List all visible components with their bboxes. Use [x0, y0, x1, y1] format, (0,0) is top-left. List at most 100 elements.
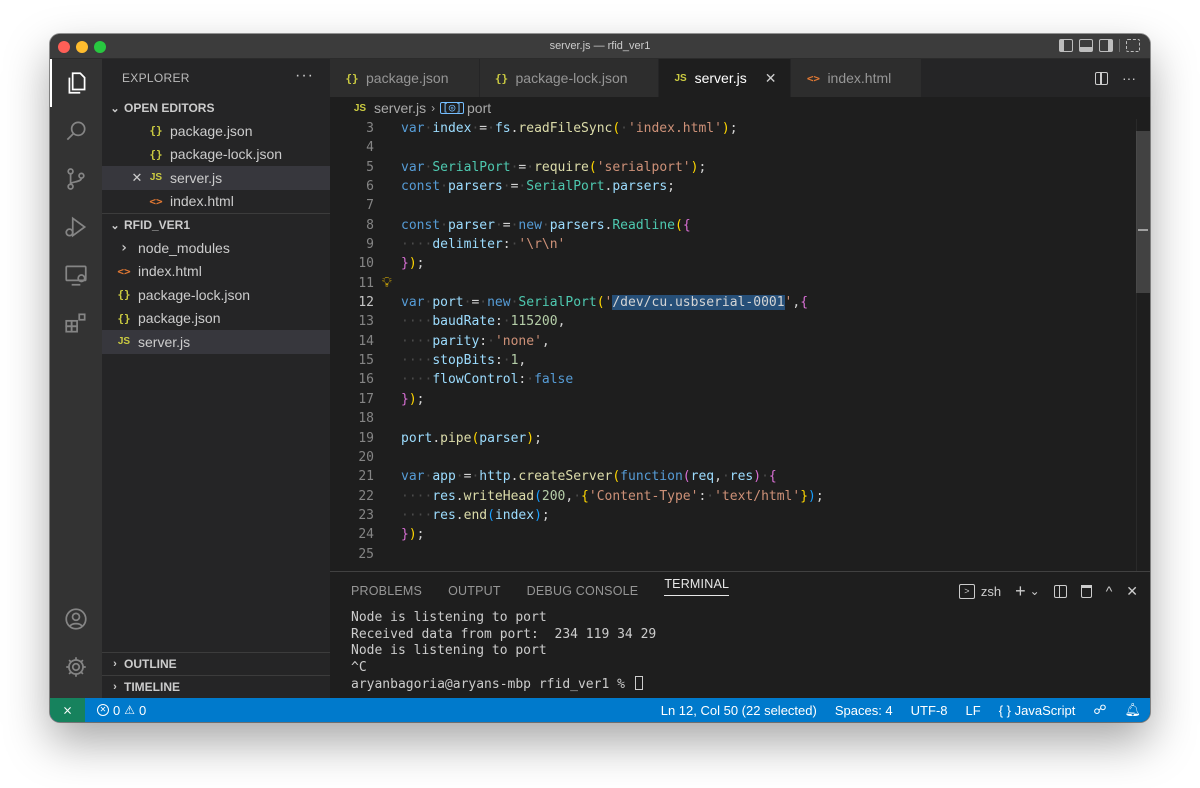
code-token: flowControl [432, 372, 519, 388]
indentation[interactable]: Spaces: 4 [826, 703, 902, 718]
file-item[interactable]: JS server.js [102, 330, 330, 354]
folder-item[interactable]: › node_modules [102, 236, 330, 260]
editor-area: {} package.json {} package-lock.json JS serve… [330, 59, 1150, 698]
cursor-position[interactable]: Ln 12, Col 50 (22 selected) [652, 703, 826, 718]
explorer-more-icon[interactable]: ··· [295, 67, 314, 85]
breadcrumb-symbol[interactable]: port [467, 100, 491, 116]
code-line[interactable]: 5 var·SerialPort·=·require('serialport'); [330, 158, 1150, 177]
terminal-prompt-line[interactable]: aryanbagoria@aryans-mbp rfid_ver1 % [351, 676, 1150, 693]
folder-header[interactable]: ⌄ RFID_VER1 [102, 214, 330, 236]
file-item[interactable]: {} package.json [102, 307, 330, 331]
language-mode[interactable]: { } JavaScript [990, 703, 1085, 718]
code-line[interactable]: 22 ····res.writeHead(200,·{'Content-Type'… [330, 487, 1150, 506]
account-icon[interactable] [50, 595, 102, 643]
toggle-sidebar-icon[interactable] [1059, 39, 1073, 52]
code-line[interactable]: 6 const·parsers·=·SerialPort.parsers; [330, 177, 1150, 196]
layout-controls [1059, 39, 1140, 52]
editor-tab[interactable]: {} package-lock.json [479, 59, 659, 97]
source-control-icon[interactable] [50, 155, 102, 203]
close-tab-icon[interactable]: ✕ [765, 70, 777, 87]
code-token: : [494, 314, 503, 330]
code-line[interactable]: 13 ····baudRate:·115200, [330, 312, 1150, 331]
code-token: delimiter [432, 237, 503, 253]
scrollbar-thumb[interactable] [1136, 131, 1150, 293]
code-token: · [502, 314, 511, 330]
close-panel-icon[interactable]: ✕ [1126, 583, 1138, 600]
remote-indicator[interactable]: ⨯ [50, 698, 85, 722]
file-item[interactable]: {} package-lock.json [102, 283, 330, 307]
terminal-shell-selector[interactable]: > zsh [958, 583, 1001, 599]
feedback-icon[interactable]: ☍ [1084, 702, 1115, 718]
encoding[interactable]: UTF-8 [902, 703, 957, 718]
code-line[interactable]: 14 ····parity:·'none', [330, 332, 1150, 351]
panel-tab-debug-console[interactable]: DEBUG CONSOLE [527, 572, 639, 610]
open-editors-header[interactable]: ⌄ OPEN EDITORS [102, 97, 330, 119]
code-token: function [620, 469, 683, 485]
search-icon[interactable] [50, 107, 102, 155]
code-line[interactable]: 17}); [330, 390, 1150, 409]
editor-more-icon[interactable]: ··· [1122, 70, 1136, 86]
panel-tab-terminal[interactable]: TERMINAL [664, 572, 730, 596]
open-editor-item[interactable]: ✕ JS server.js [102, 166, 330, 190]
js-file-icon: JS [149, 172, 163, 184]
customize-layout-icon[interactable] [1126, 39, 1140, 52]
code-editor[interactable]: 3 var·index·=·fs.readFileSync(·'index.htm… [330, 119, 1150, 571]
code-token: '\r\n' [518, 237, 566, 253]
end-of-line[interactable]: LF [957, 703, 990, 718]
split-terminal-icon[interactable] [1053, 584, 1067, 598]
outline-header[interactable]: › OUTLINE [102, 652, 330, 675]
kill-terminal-icon[interactable] [1080, 584, 1092, 598]
maximize-panel-icon[interactable]: ^ [1106, 583, 1113, 599]
code-line[interactable]: 21 var·app·=·http.createServer(function(r… [330, 467, 1150, 486]
toggle-panel-icon[interactable] [1079, 39, 1093, 52]
code-line[interactable]: 19 port.pipe(parser); [330, 429, 1150, 448]
json-file-icon: {} [117, 311, 131, 325]
panel-tab-output[interactable]: OUTPUT [448, 572, 501, 610]
close-icon[interactable]: ✕ [130, 170, 144, 186]
code-line[interactable]: 23 ····res.end(index); [330, 506, 1150, 525]
editor-tab[interactable]: {} package.json [330, 59, 480, 97]
open-editor-item[interactable]: {} package-lock.json [102, 143, 330, 167]
code-line[interactable]: 4 [330, 138, 1150, 157]
lightbulb-icon[interactable]: 💡︎ [382, 275, 392, 291]
editor-tab[interactable]: <> index.html [791, 59, 923, 97]
code-line[interactable]: 12 var·port·=·new·SerialPort('/dev/cu.usb… [330, 293, 1150, 312]
code-line[interactable]: 15 ····stopBits:·1, [330, 351, 1150, 370]
new-terminal-icon[interactable]: + [1015, 581, 1026, 602]
code-text: var·port·=·new·SerialPort('/dev/cu.usbse… [401, 293, 808, 312]
open-editor-item[interactable]: {} package.json [102, 119, 330, 143]
terminal-dropdown-icon[interactable]: ⌄ [1030, 584, 1040, 598]
panel-tab-problems[interactable]: PROBLEMS [351, 572, 422, 610]
terminal-output[interactable]: Node is listening to port Received data f… [330, 610, 1150, 693]
notifications-bell-icon[interactable]: 🔔︎ [1115, 702, 1150, 718]
run-debug-icon[interactable] [50, 203, 102, 251]
toggle-secondary-sidebar-icon[interactable] [1099, 39, 1113, 52]
split-editor-icon[interactable] [1095, 71, 1108, 85]
code-text: const·parser·=·new·parsers.Readline({ [401, 216, 691, 235]
code-line[interactable]: 9 ····delimiter:·'\r\n' [330, 235, 1150, 254]
problems-indicator[interactable]: ✕ 0 ⚠ 0 [85, 703, 146, 718]
code-line[interactable]: 24}); [330, 525, 1150, 544]
code-line[interactable]: 10}); [330, 254, 1150, 273]
code-line[interactable]: 3 var·index·=·fs.readFileSync(·'index.htm… [330, 119, 1150, 138]
code-line[interactable]: 20 [330, 448, 1150, 467]
settings-gear-icon[interactable] [50, 643, 102, 691]
remote-explorer-icon[interactable] [50, 251, 102, 299]
code-token: ; [729, 121, 738, 136]
editor-scrollbar[interactable] [1136, 119, 1150, 571]
open-editor-item[interactable]: <> index.html [102, 190, 330, 214]
code-line[interactable]: 25 [330, 545, 1150, 564]
code-line[interactable]: 16 ····flowControl:·false [330, 370, 1150, 389]
code-line[interactable]: 7 [330, 196, 1150, 215]
html-file-icon: <> [117, 264, 131, 278]
code-line[interactable]: 18 [330, 409, 1150, 428]
file-item[interactable]: <> index.html [102, 260, 330, 284]
editor-tab[interactable]: JS server.js ✕ [658, 59, 792, 97]
breadcrumb-file[interactable]: server.js [374, 100, 426, 116]
explorer-icon[interactable] [50, 59, 102, 107]
extensions-icon[interactable] [50, 299, 102, 347]
timeline-header[interactable]: › TIMELINE [102, 675, 330, 698]
code-line[interactable]: 11 💡︎ [330, 274, 1150, 293]
code-line[interactable]: 8 const·parser·=·new·parsers.Readline({ [330, 216, 1150, 235]
code-text: const·parsers·=·SerialPort.parsers; [401, 177, 675, 196]
